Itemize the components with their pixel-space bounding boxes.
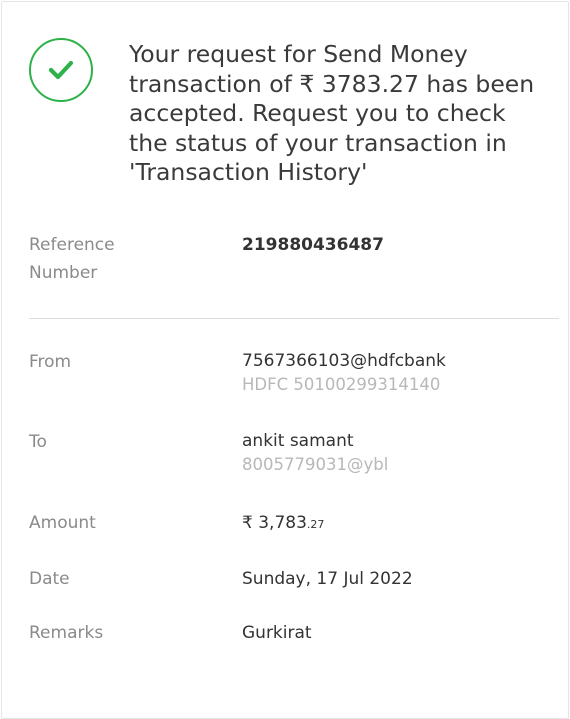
from-label: From	[29, 352, 72, 372]
amount-value: ₹ 3,783.27	[242, 509, 562, 539]
divider	[29, 318, 559, 319]
remarks-value: Gurkirat	[242, 623, 312, 643]
date-label: Date	[29, 569, 70, 589]
success-message: Your request for Send Money transaction …	[129, 40, 535, 186]
checkmark-icon	[48, 60, 74, 80]
date-value: Sunday, 17 Jul 2022	[242, 569, 413, 589]
amount-main: ₹ 3,783	[242, 513, 307, 533]
from-vpa: 7567366103@hdfcbank	[242, 351, 446, 371]
to-name: ankit samant	[242, 431, 354, 451]
to-vpa: 8005779031@ybl	[242, 455, 389, 474]
to-label: To	[29, 432, 47, 452]
reference-number-label: Reference Number	[29, 235, 115, 283]
remarks-label: Remarks	[29, 623, 104, 643]
amount-cents: .27	[306, 518, 325, 531]
amount-label: Amount	[29, 513, 96, 533]
from-value: 7567366103@hdfcbank HDFC 50100299314140	[242, 348, 562, 396]
transaction-receipt-card: Your request for Send Money transaction …	[1, 1, 569, 719]
check-circle-icon	[29, 38, 93, 102]
to-value: ankit samant 8005779031@ybl	[242, 428, 562, 476]
from-account: HDFC 50100299314140	[242, 375, 441, 394]
reference-number-value: 219880436487	[242, 235, 384, 255]
